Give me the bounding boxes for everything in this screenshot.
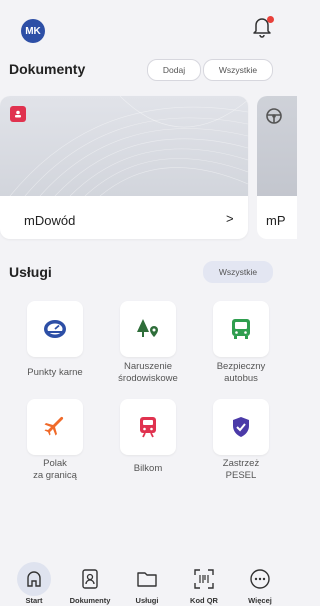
nav-label: Dokumenty bbox=[69, 596, 111, 605]
nav-kod-qr[interactable]: Kod QR bbox=[176, 556, 232, 606]
shield-check-icon bbox=[233, 417, 249, 437]
steering-wheel-icon bbox=[266, 108, 282, 124]
header: MK bbox=[0, 0, 286, 56]
nav-label: Start bbox=[25, 596, 43, 605]
speedometer-icon bbox=[44, 320, 66, 338]
service-label: Naruszenie środowiskowe bbox=[118, 361, 178, 384]
add-document-button[interactable]: Dodaj bbox=[147, 59, 201, 81]
service-bezpieczny-autobus[interactable] bbox=[213, 301, 269, 357]
service-label: Bilkom bbox=[133, 463, 163, 474]
nav-label: Więcej bbox=[248, 596, 272, 605]
all-documents-button[interactable]: Wszystkie bbox=[203, 59, 273, 81]
service-label: Zastrzeż PESEL bbox=[222, 458, 260, 481]
service-zastrzez-pesel[interactable] bbox=[213, 399, 269, 455]
qr-scan-icon bbox=[194, 569, 214, 589]
document-card-art bbox=[0, 96, 248, 197]
service-label: Punkty karne bbox=[27, 367, 83, 378]
service-polak-za-granica[interactable] bbox=[27, 399, 83, 455]
service-bilkom[interactable] bbox=[120, 399, 176, 455]
documents-title: Dokumenty bbox=[9, 61, 86, 77]
nav-label: Usługi bbox=[135, 596, 159, 605]
notification-dot bbox=[267, 16, 274, 23]
id-card-icon bbox=[10, 106, 26, 122]
more-icon bbox=[250, 569, 270, 589]
folder-icon bbox=[137, 572, 157, 587]
service-punkty-karne[interactable] bbox=[27, 301, 83, 357]
chevron-right-icon[interactable]: > bbox=[226, 211, 234, 226]
nav-dokumenty[interactable]: Dokumenty bbox=[62, 556, 118, 606]
service-label: Bezpieczny autobus bbox=[216, 361, 266, 384]
tree-location-icon bbox=[137, 319, 158, 337]
all-services-button[interactable]: Wszystkie bbox=[203, 261, 273, 283]
bottom-nav: Start Dokumenty Usługi Kod QR Więcej bbox=[0, 556, 286, 606]
nav-label: Kod QR bbox=[190, 596, 218, 605]
document-card-title: mDowód bbox=[24, 213, 76, 228]
guilloche-pattern bbox=[9, 96, 248, 197]
document-person-icon bbox=[82, 569, 98, 589]
services-title: Usługi bbox=[9, 264, 52, 280]
avatar[interactable]: MK bbox=[21, 19, 45, 43]
bus-icon bbox=[232, 319, 250, 339]
plane-icon bbox=[44, 416, 64, 436]
service-naruszenie-srodowiskowe[interactable] bbox=[120, 301, 176, 357]
document-card-title: mP bbox=[266, 213, 286, 228]
nav-wiecej[interactable]: Więcej bbox=[232, 556, 288, 606]
train-icon bbox=[140, 417, 156, 438]
service-label: Polak za granicą bbox=[33, 458, 77, 481]
nav-start[interactable]: Start bbox=[6, 556, 62, 606]
nav-uslugi[interactable]: Usługi bbox=[119, 556, 175, 606]
home-icon bbox=[27, 571, 41, 587]
nav-active-indicator bbox=[17, 562, 51, 596]
